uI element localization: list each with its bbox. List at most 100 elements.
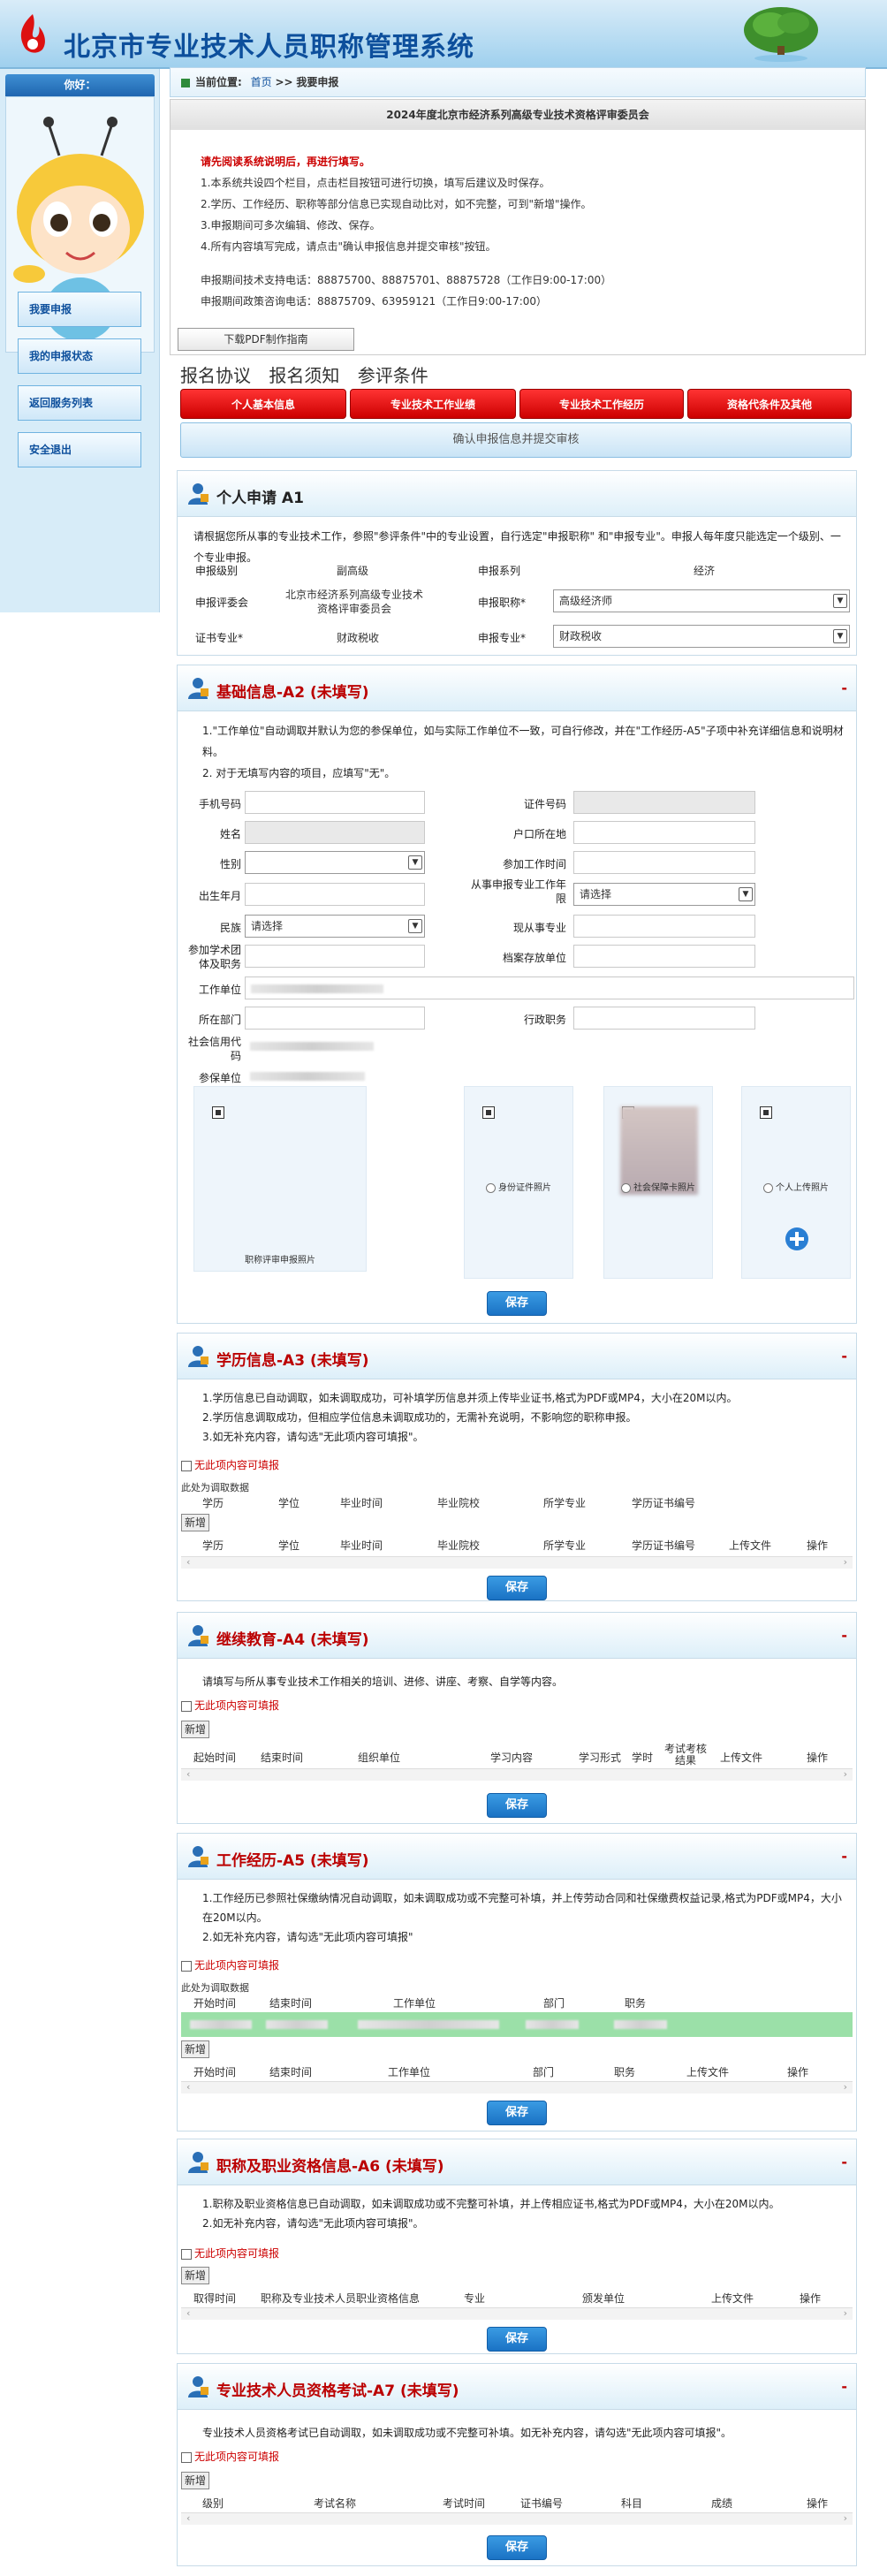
- col-header: 开始时间: [193, 2066, 237, 2078]
- horizontal-scrollbar[interactable]: ‹ ›: [181, 1556, 853, 1569]
- col-header: 所学专业: [543, 1539, 587, 1552]
- col-header: 上传文件: [686, 2066, 730, 2078]
- tree-decoration-icon: [744, 7, 818, 62]
- no-content-checkbox[interactable]: 无此项内容可填报: [181, 1698, 279, 1713]
- checkbox-icon: [181, 2248, 192, 2260]
- photo-card-id[interactable]: 身份证件照片: [464, 1086, 573, 1279]
- horizontal-scrollbar[interactable]: ‹ ›: [181, 2307, 853, 2320]
- add-button[interactable]: 新增: [181, 1721, 209, 1738]
- archive-input[interactable]: [573, 945, 755, 968]
- add-button[interactable]: 新增: [181, 2267, 209, 2284]
- section-a1: 个人申请 A1 请根据您所从事的专业技术工作，参照"参评条件"中的专业设置，自行…: [177, 470, 857, 656]
- no-content-checkbox[interactable]: 无此项内容可填报: [181, 2245, 279, 2261]
- chevron-right-icon[interactable]: ›: [844, 2081, 847, 2093]
- col-header: 学历证书编号: [632, 1497, 696, 1509]
- sidebar-item-logout[interactable]: 安全退出: [18, 432, 141, 467]
- breadcrumb-sep: >>: [275, 76, 293, 88]
- unit-input[interactable]: [245, 976, 854, 999]
- chevron-left-icon[interactable]: ‹: [186, 2307, 190, 2319]
- no-content-checkbox[interactable]: 无此项内容可填报: [181, 2449, 279, 2464]
- tab-conditions[interactable]: 参评条件: [358, 365, 428, 386]
- add-upload-icon[interactable]: [785, 1227, 809, 1251]
- radio-icon[interactable]: [486, 1182, 496, 1193]
- sidebar-item-apply[interactable]: 我要申报: [18, 292, 141, 327]
- chevron-left-icon[interactable]: ‹: [186, 1556, 190, 1568]
- radio-icon[interactable]: [621, 1182, 631, 1193]
- section-note: 2.学历信息调取成功，但相应学位信息未调取成功的，无需补充说明，不影响您的职称申…: [202, 1411, 637, 1424]
- chevron-right-icon[interactable]: ›: [844, 1768, 847, 1780]
- row-cell-redacted: [266, 2020, 328, 2029]
- tab-basic-info[interactable]: 个人基本信息: [180, 389, 346, 419]
- collapse-toggle[interactable]: -: [841, 1627, 847, 1644]
- chevron-left-icon[interactable]: ‹: [186, 2081, 190, 2093]
- save-button[interactable]: 保存: [487, 1291, 547, 1316]
- hukou-input[interactable]: [573, 821, 755, 844]
- horizontal-scrollbar[interactable]: ‹ ›: [181, 1768, 853, 1781]
- horizontal-scrollbar[interactable]: ‹ ›: [181, 2081, 853, 2093]
- save-button[interactable]: 保存: [487, 1576, 547, 1600]
- phone-input[interactable]: [245, 791, 425, 814]
- add-button[interactable]: 新增: [181, 2472, 209, 2489]
- label-cert-major: 证书专业*: [195, 632, 244, 644]
- collapse-toggle[interactable]: -: [841, 1848, 847, 1865]
- sidebar-item-back[interactable]: 返回服务列表: [18, 385, 141, 421]
- confirm-submit-button[interactable]: 确认申报信息并提交审核: [180, 422, 852, 458]
- photo-card-social[interactable]: 社会保障卡照片: [603, 1086, 713, 1279]
- no-content-checkbox[interactable]: 无此项内容可填报: [181, 1957, 279, 1972]
- photo-card-apply[interactable]: 职称评审申报照片: [193, 1086, 367, 1272]
- gender-select[interactable]: ▼: [245, 851, 425, 874]
- no-content-checkbox[interactable]: 无此项内容可填报: [181, 1457, 279, 1472]
- chevron-right-icon[interactable]: ›: [844, 1556, 847, 1568]
- col-header: 职务: [614, 2066, 636, 2078]
- section-title: 专业技术人员资格考试-A7 (未填写): [216, 2382, 459, 2400]
- tab-other[interactable]: 资格代条件及其他: [687, 389, 852, 419]
- collapse-toggle[interactable]: -: [841, 1348, 847, 1364]
- chevron-right-icon[interactable]: ›: [844, 2512, 847, 2524]
- table-row[interactable]: [181, 2012, 853, 2037]
- name-input[interactable]: [245, 821, 425, 844]
- save-button[interactable]: 保存: [487, 2535, 547, 2560]
- title-select[interactable]: 高级经济师 ▼: [553, 589, 850, 612]
- sidebar-item-status[interactable]: 我的申报状态: [18, 338, 141, 374]
- row-cell-redacted: [190, 2020, 252, 2029]
- major-select[interactable]: 财政税收 ▼: [553, 625, 850, 648]
- table-header: 级别 考试名称 考试时间 证书编号 科目 成绩 操作: [181, 2491, 853, 2514]
- collapse-toggle[interactable]: -: [841, 2154, 847, 2170]
- download-pdf-guide-button[interactable]: 下载PDF制作指南: [178, 328, 354, 351]
- tab-agreement[interactable]: 报名协议: [180, 365, 251, 386]
- chevron-left-icon[interactable]: ‹: [186, 1768, 190, 1780]
- photo-caption: 职称评审申报照片: [245, 1256, 315, 1265]
- col-header: 科目: [621, 2497, 643, 2510]
- save-button[interactable]: 保存: [487, 2101, 547, 2125]
- tab-work-history[interactable]: 专业技术工作经历: [519, 389, 684, 419]
- add-button[interactable]: 新增: [181, 2040, 209, 2058]
- years-select[interactable]: 请选择 ▼: [573, 883, 755, 906]
- party-input[interactable]: [245, 945, 425, 968]
- id-input[interactable]: [573, 791, 755, 814]
- photo-card-personal[interactable]: 个人上传照片: [741, 1086, 851, 1279]
- admin-post-input[interactable]: [573, 1007, 755, 1030]
- checkbox-icon: [212, 1106, 224, 1119]
- collapse-toggle[interactable]: -: [841, 680, 847, 696]
- add-button[interactable]: 新增: [181, 1514, 209, 1531]
- collapse-toggle[interactable]: -: [841, 2378, 847, 2395]
- horizontal-scrollbar[interactable]: ‹ ›: [181, 2512, 853, 2525]
- label-ethnic: 民族: [219, 922, 241, 934]
- current-field-input[interactable]: [573, 915, 755, 938]
- chevron-left-icon[interactable]: ‹: [186, 2512, 190, 2524]
- col-header: 学位: [278, 1497, 300, 1509]
- birth-input[interactable]: [245, 883, 425, 906]
- row-cell-redacted: [358, 2020, 499, 2029]
- save-button[interactable]: 保存: [487, 1793, 547, 1818]
- tab-instructions[interactable]: 报名须知: [269, 365, 339, 386]
- col-header: 结束时间: [269, 2066, 313, 2078]
- breadcrumb-home-link[interactable]: 首页: [251, 76, 272, 88]
- save-button[interactable]: 保存: [487, 2327, 547, 2352]
- chevron-right-icon[interactable]: ›: [844, 2307, 847, 2319]
- radio-icon[interactable]: [763, 1182, 773, 1193]
- work-start-input[interactable]: [573, 851, 755, 874]
- chevron-down-icon: ▼: [408, 919, 422, 933]
- ethnic-select[interactable]: 请选择 ▼: [245, 915, 425, 938]
- tab-achievements[interactable]: 专业技术工作业绩: [350, 389, 516, 419]
- dept-input[interactable]: [245, 1007, 425, 1030]
